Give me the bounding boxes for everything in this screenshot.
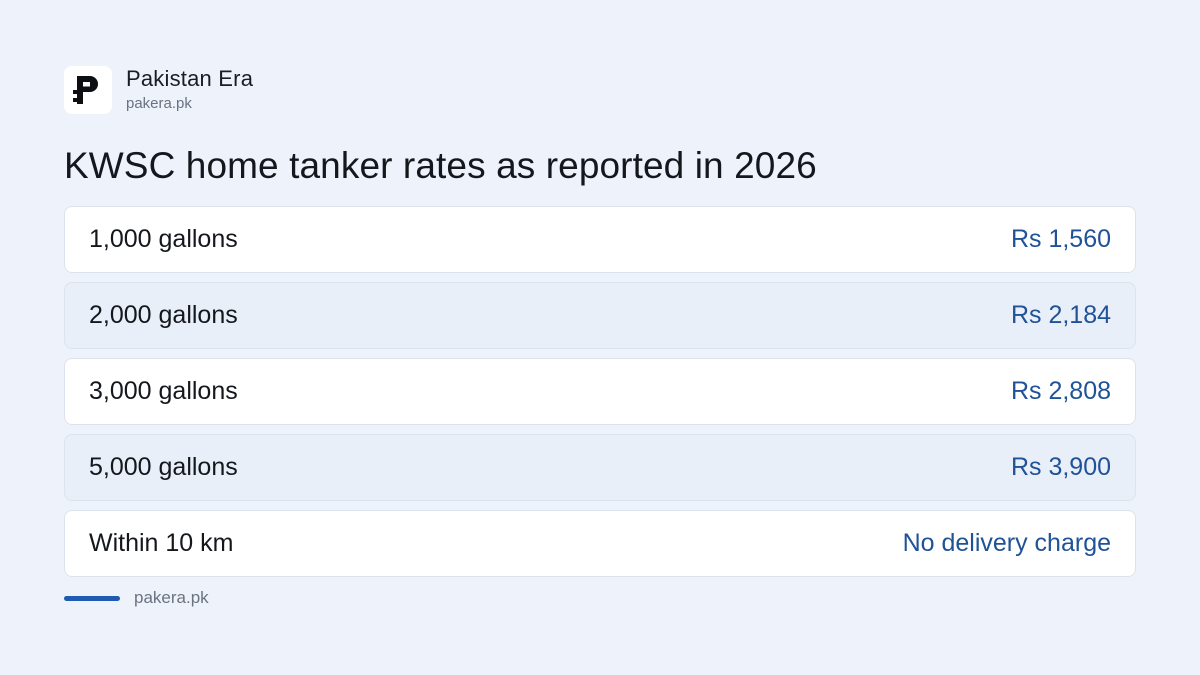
rate-row-2000-gallons: 2,000 gallons Rs 2,184	[64, 282, 1136, 349]
rate-row-label: 2,000 gallons	[89, 301, 238, 329]
rate-row-value: Rs 3,900	[1010, 453, 1111, 481]
rates-list: 1,000 gallons Rs 1,560 2,000 gallons Rs …	[64, 206, 1136, 586]
rate-row-5000-gallons: 5,000 gallons Rs 3,900	[64, 434, 1136, 501]
rate-row-label: 5,000 gallons	[89, 453, 238, 481]
rate-row-1000-gallons: 1,000 gallons Rs 1,560	[64, 206, 1136, 273]
rate-row-delivery: Within 10 km No delivery charge	[64, 510, 1136, 577]
footer-accent-bar	[64, 595, 120, 601]
brand-domain: pakera.pk	[126, 95, 192, 112]
rate-row-3000-gallons: 3,000 gallons Rs 2,808	[64, 358, 1136, 425]
brand-header: Pakistan Era pakera.pk	[64, 66, 253, 114]
rate-row-value: Rs 1,560	[1010, 225, 1111, 253]
rate-row-label: Within 10 km	[89, 529, 234, 557]
rate-row-label: 3,000 gallons	[89, 377, 238, 405]
rate-row-value: Rs 2,184	[1010, 301, 1111, 329]
brand-logo	[64, 66, 112, 114]
pakistan-era-logo-icon	[73, 76, 98, 104]
brand-name: Pakistan Era	[126, 66, 254, 91]
footer-source-text: pakera.pk	[134, 588, 209, 607]
brand-text: Pakistan Era pakera.pk	[126, 66, 253, 114]
rate-row-value: No delivery charge	[902, 529, 1111, 557]
page-title: KWSC home tanker rates as reported in 20…	[64, 145, 817, 186]
rate-row-value: Rs 2,808	[1010, 377, 1111, 405]
footer-source: pakera.pk	[64, 588, 209, 608]
rate-row-label: 1,000 gallons	[89, 225, 238, 253]
